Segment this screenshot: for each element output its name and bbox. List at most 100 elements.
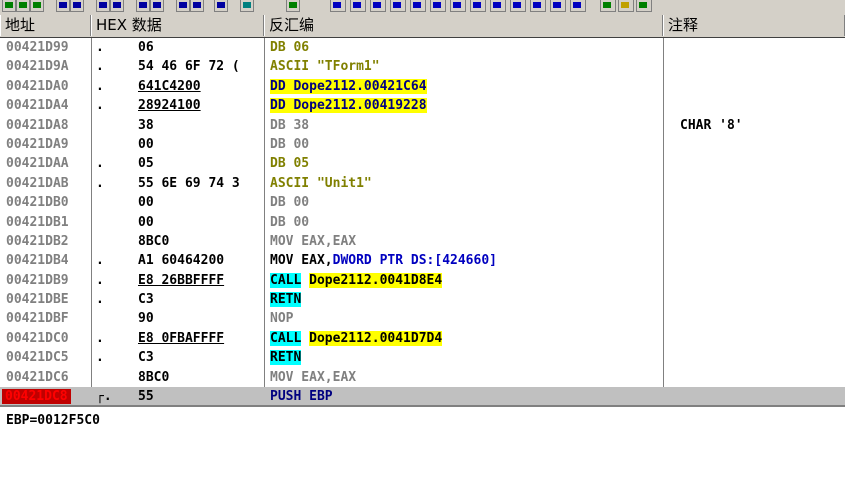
- row-disassembly: DB 00: [270, 214, 310, 230]
- goto-expression-icon[interactable]: [286, 0, 300, 12]
- table-row-selected[interactable]: 00421DC8 ┌. 55 PUSH EBP: [0, 387, 845, 407]
- source-button[interactable]: [570, 0, 586, 12]
- row-disassembly-operand: DWORD PTR DS:[424660]: [332, 253, 497, 269]
- table-row[interactable]: 00421DB9 . E8 26BBFFFF CALL Dope2112.004…: [0, 271, 845, 290]
- row-hex: C3: [138, 350, 154, 366]
- references-button[interactable]: [530, 0, 546, 12]
- row-hex: 90: [138, 311, 154, 327]
- table-row[interactable]: 00421DAA . 05 DB 05: [0, 154, 845, 173]
- info-pane: EBP=0012F5C0: [0, 405, 845, 433]
- log-window-button[interactable]: [330, 0, 346, 12]
- trace-into-icon[interactable]: [136, 0, 150, 12]
- row-disassembly-operand: Dope2112.0041D8E4: [309, 272, 443, 288]
- trace-over-icon[interactable]: [150, 0, 164, 12]
- row-disassembly: DD Dope2112.00421C64: [270, 77, 660, 96]
- row-disassembly-text: RETN: [270, 350, 302, 366]
- row-hex: 00: [138, 136, 154, 152]
- table-row[interactable]: 00421DB1 00 DB 00: [0, 213, 845, 232]
- row-address: 00421DC5: [6, 350, 69, 366]
- table-row[interactable]: 00421DB4 . A1 60464200 MOV EAX,DWORD PTR…: [0, 251, 845, 270]
- header-comment[interactable]: 注释: [663, 15, 845, 36]
- goto-address-icon[interactable]: [214, 0, 228, 12]
- row-marker: .: [96, 330, 104, 346]
- row-address: 00421DA8: [6, 117, 69, 133]
- row-address: 00421DA0: [6, 78, 69, 94]
- table-row[interactable]: 00421DBE . C3 RETN: [0, 290, 845, 309]
- disassembly-list[interactable]: 00421D99 . 06 DB 06 00421D9A . 54 46 6F …: [0, 38, 845, 407]
- row-address: 00421DC6: [6, 369, 69, 385]
- table-row[interactable]: 00421DA9 00 DB 00: [0, 135, 845, 154]
- row-hex: E8 26BBFFFF: [138, 272, 225, 288]
- toolbar: [0, 0, 845, 16]
- step-over-icon[interactable]: [110, 0, 124, 12]
- handles-button[interactable]: [430, 0, 446, 12]
- run-icon[interactable]: [56, 0, 70, 12]
- row-hex: A1 60464200: [138, 253, 225, 269]
- table-row[interactable]: 00421DC5 . C3 RETN: [0, 348, 845, 367]
- pause-icon[interactable]: [70, 0, 84, 12]
- options-icon[interactable]: [600, 0, 616, 12]
- table-row[interactable]: 00421DAB . 55 6E 69 74 3 ASCII "Unit1": [0, 174, 845, 193]
- row-address: 00421DAA: [6, 156, 69, 172]
- row-disassembly: MOV EAX,EAX: [270, 369, 357, 385]
- row-hex: 54 46 6F 72 (: [138, 59, 240, 75]
- restart-icon[interactable]: [16, 0, 30, 12]
- row-marker: .: [96, 59, 104, 75]
- open-icon[interactable]: [2, 0, 16, 12]
- table-row[interactable]: 00421DB0 00 DB 00: [0, 193, 845, 212]
- row-marker: ┌.: [96, 389, 112, 405]
- cpu-button[interactable]: [450, 0, 466, 12]
- execute-till-user-icon[interactable]: [190, 0, 204, 12]
- run-trace-button[interactable]: [550, 0, 566, 12]
- step-back-icon[interactable]: [240, 0, 254, 12]
- patches-button[interactable]: [470, 0, 486, 12]
- table-row[interactable]: 00421DA4 . 28924100 DD Dope2112.00419228: [0, 96, 845, 115]
- row-hex: 8BC0: [138, 369, 170, 385]
- row-address: 00421DB9: [6, 272, 69, 288]
- table-row[interactable]: 00421D9A . 54 46 6F 72 ( ASCII "TForm1": [0, 57, 845, 76]
- memory-map-button[interactable]: [370, 0, 386, 12]
- execute-till-return-icon[interactable]: [176, 0, 190, 12]
- row-hex: 38: [138, 117, 154, 133]
- row-address: 00421DA9: [6, 136, 69, 152]
- row-hex: 06: [138, 40, 154, 55]
- call-stack-button[interactable]: [490, 0, 506, 12]
- step-into-icon[interactable]: [96, 0, 110, 12]
- table-row[interactable]: 00421DA0 . 641C4200 DD Dope2112.00421C64: [0, 77, 845, 96]
- table-row[interactable]: 00421DA8 38 DB 38 CHAR '8': [0, 116, 845, 135]
- row-disassembly: RETN: [270, 348, 660, 367]
- table-row[interactable]: 00421DB2 8BC0 MOV EAX,EAX: [0, 232, 845, 251]
- row-marker: [96, 193, 126, 212]
- executable-modules-button[interactable]: [350, 0, 366, 12]
- header-disassembly[interactable]: 反汇编: [264, 15, 663, 36]
- threads-button[interactable]: [390, 0, 406, 12]
- row-hex: 55: [138, 389, 154, 405]
- info-text: EBP=0012F5C0: [6, 413, 100, 428]
- breakpoints-button[interactable]: [510, 0, 526, 12]
- row-disassembly-text: RETN: [270, 292, 302, 308]
- table-row[interactable]: 00421DC6 8BC0 MOV EAX,EAX: [0, 368, 845, 387]
- table-row[interactable]: 00421DBF 90 NOP: [0, 309, 845, 328]
- table-row[interactable]: 00421DC0 . E8 0FBAFFFF CALL Dope2112.004…: [0, 329, 845, 348]
- row-disassembly: DB 05: [270, 156, 310, 172]
- column-header: 地址 HEX 数据 反汇编 注释: [0, 15, 845, 38]
- header-hex-data[interactable]: HEX 数据: [91, 15, 264, 36]
- row-disassembly: DB 00: [270, 136, 310, 152]
- row-address: 00421DB0: [6, 195, 69, 211]
- row-hex: 05: [138, 156, 154, 172]
- help-icon[interactable]: [636, 0, 652, 12]
- close-icon[interactable]: [30, 0, 44, 12]
- row-marker: .: [96, 175, 104, 191]
- row-marker: .: [96, 272, 104, 288]
- current-eip-address: 00421DC8: [2, 389, 71, 405]
- row-disassembly: CALL Dope2112.0041D8E4: [270, 271, 660, 290]
- windows-button[interactable]: [410, 0, 426, 12]
- header-address[interactable]: 地址: [0, 15, 91, 36]
- settings-icon[interactable]: [618, 0, 634, 12]
- row-address: 00421DC0: [6, 330, 69, 346]
- row-disassembly: NOP: [270, 311, 294, 327]
- row-disassembly: DB 38: [270, 117, 310, 133]
- table-row[interactable]: 00421D99 . 06 DB 06: [0, 38, 845, 57]
- row-address: 00421DB4: [6, 253, 69, 269]
- row-hex: 00: [138, 214, 154, 230]
